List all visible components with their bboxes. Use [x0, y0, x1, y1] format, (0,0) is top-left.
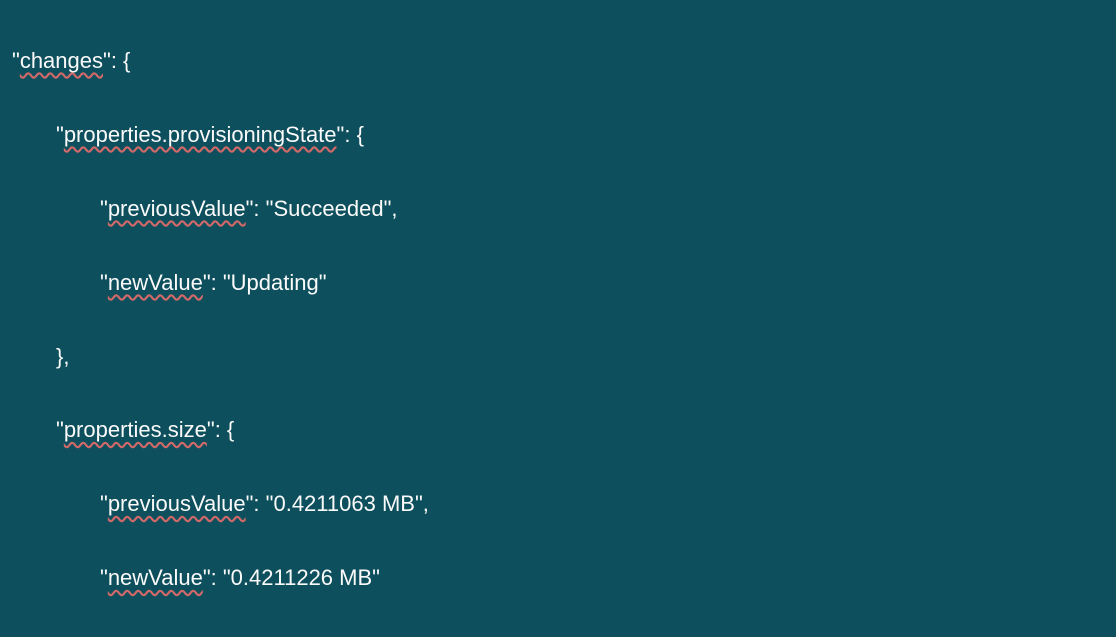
quote: " [56, 417, 64, 442]
open-brace: : { [111, 48, 131, 73]
quote: " [223, 565, 231, 590]
quote: " [103, 48, 111, 73]
line-change1-new: "newValue": "Updating" [12, 265, 1108, 302]
quote: " [100, 270, 108, 295]
open-brace: : { [344, 122, 364, 147]
key-previousvalue: previousValue [108, 196, 246, 221]
quote: " [100, 491, 108, 516]
val-change1-prev: Succeeded [273, 196, 383, 221]
line-change2-prev: "previousValue": "0.4211063 MB", [12, 486, 1108, 523]
quote: " [223, 270, 231, 295]
comma: , [423, 491, 429, 516]
open-brace: : { [215, 417, 235, 442]
val-change2-new: 0.4211226 MB [231, 565, 372, 590]
key-newvalue: newValue [108, 565, 203, 590]
quote: " [56, 122, 64, 147]
quote: " [100, 565, 108, 590]
sep: : [253, 196, 265, 221]
val-change2-prev: 0.4211063 MB [273, 491, 414, 516]
key-changes: changes [20, 48, 103, 73]
quote: " [12, 48, 20, 73]
key-previousvalue: previousValue [108, 491, 246, 516]
line-change2-key: "properties.size": { [12, 412, 1108, 449]
quote: " [203, 270, 211, 295]
line-changes-open: "changes": { [12, 43, 1108, 80]
line-change1-close: }, [12, 339, 1108, 376]
sep: : [253, 491, 265, 516]
quote: " [319, 270, 327, 295]
key-size: properties.size [64, 417, 207, 442]
quote: " [415, 491, 423, 516]
line-change1-prev: "previousValue": "Succeeded", [12, 191, 1108, 228]
quote: " [372, 565, 380, 590]
quote: " [207, 417, 215, 442]
json-code-block: "changes": { "properties.provisioningSta… [0, 0, 1116, 637]
comma: , [391, 196, 397, 221]
key-provisioningstate: properties.provisioningState [64, 122, 337, 147]
line-change2-new: "newValue": "0.4211226 MB" [12, 560, 1108, 597]
close-brace-comma: }, [56, 344, 69, 369]
sep: : [211, 565, 223, 590]
quote: " [100, 196, 108, 221]
sep: : [211, 270, 223, 295]
val-change1-new: Updating [231, 270, 319, 295]
key-newvalue: newValue [108, 270, 203, 295]
line-change1-key: "properties.provisioningState": { [12, 117, 1108, 154]
quote: " [203, 565, 211, 590]
